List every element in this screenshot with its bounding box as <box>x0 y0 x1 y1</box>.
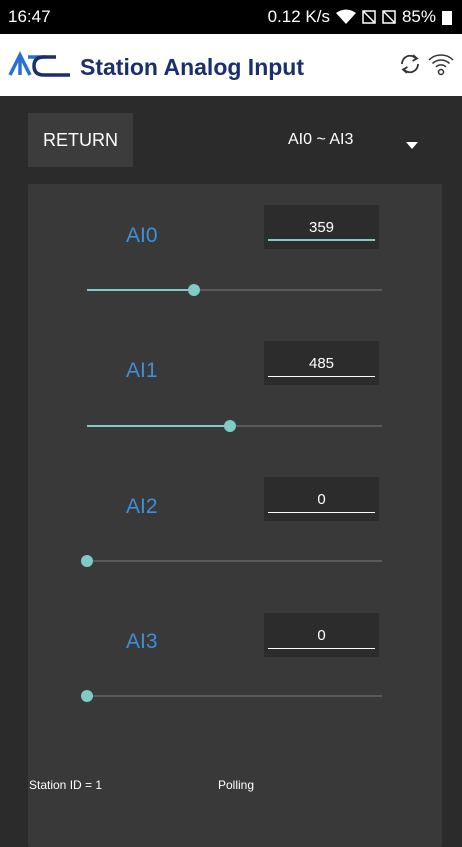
no-signal-icon <box>362 9 376 25</box>
page-title: Station Analog Input <box>80 54 305 80</box>
field-underline <box>268 512 375 513</box>
channel-slider[interactable] <box>81 686 382 706</box>
no-sim-icon <box>382 9 396 25</box>
slider-track <box>87 695 382 697</box>
atc-logo <box>8 51 72 84</box>
slider-thumb[interactable] <box>81 555 93 567</box>
channel-value-field[interactable]: 485 <box>264 341 379 385</box>
channel-slider[interactable] <box>87 416 382 436</box>
channel-value: 0 <box>317 491 326 508</box>
channel-value-field[interactable]: 0 <box>264 613 379 657</box>
field-underline <box>268 239 375 241</box>
refresh-icon[interactable] <box>398 52 422 81</box>
wireless-signal-icon[interactable] <box>428 52 454 83</box>
channel-label: AI2 <box>126 495 158 518</box>
dropdown-arrow-icon <box>406 136 418 154</box>
slider-thumb[interactable] <box>224 420 237 432</box>
field-underline <box>268 376 375 377</box>
battery-icon <box>442 9 452 25</box>
channel-value: 485 <box>308 355 335 372</box>
status-bar: 16:47 0.12 K/s 85% <box>0 0 462 34</box>
channel-value: 0 <box>317 627 326 644</box>
station-id: Station ID = 1 <box>29 778 103 792</box>
status-time: 16:47 <box>8 7 51 26</box>
polling-status: Polling <box>218 778 255 792</box>
channel-label: AI1 <box>126 359 158 382</box>
channel-slider[interactable] <box>87 280 382 300</box>
app-header: Station Analog Input <box>0 34 462 96</box>
range-dropdown[interactable]: AI0 ~ AI3 <box>270 123 430 157</box>
channel-label: AI0 <box>126 224 158 247</box>
channel-value: 359 <box>308 219 335 236</box>
status-icons: 0.12 K/s 85% <box>268 7 452 27</box>
channel-label: AI3 <box>126 630 158 653</box>
wifi-icon <box>335 9 356 25</box>
slider-fill <box>87 289 195 291</box>
return-button[interactable]: RETURN <box>28 113 133 167</box>
range-dropdown-value: AI0 ~ AI3 <box>288 131 354 148</box>
slider-track <box>87 560 382 562</box>
field-underline <box>268 648 375 649</box>
slider-thumb[interactable] <box>188 284 201 296</box>
channel-value-field[interactable]: 0 <box>264 477 379 521</box>
battery-percent: 85% <box>401 7 436 26</box>
slider-thumb[interactable] <box>81 690 93 702</box>
channel-slider[interactable] <box>81 551 382 571</box>
slider-fill <box>87 425 231 427</box>
network-speed: 0.12 K/s <box>267 7 330 26</box>
channel-value-field[interactable]: 359 <box>264 205 379 249</box>
